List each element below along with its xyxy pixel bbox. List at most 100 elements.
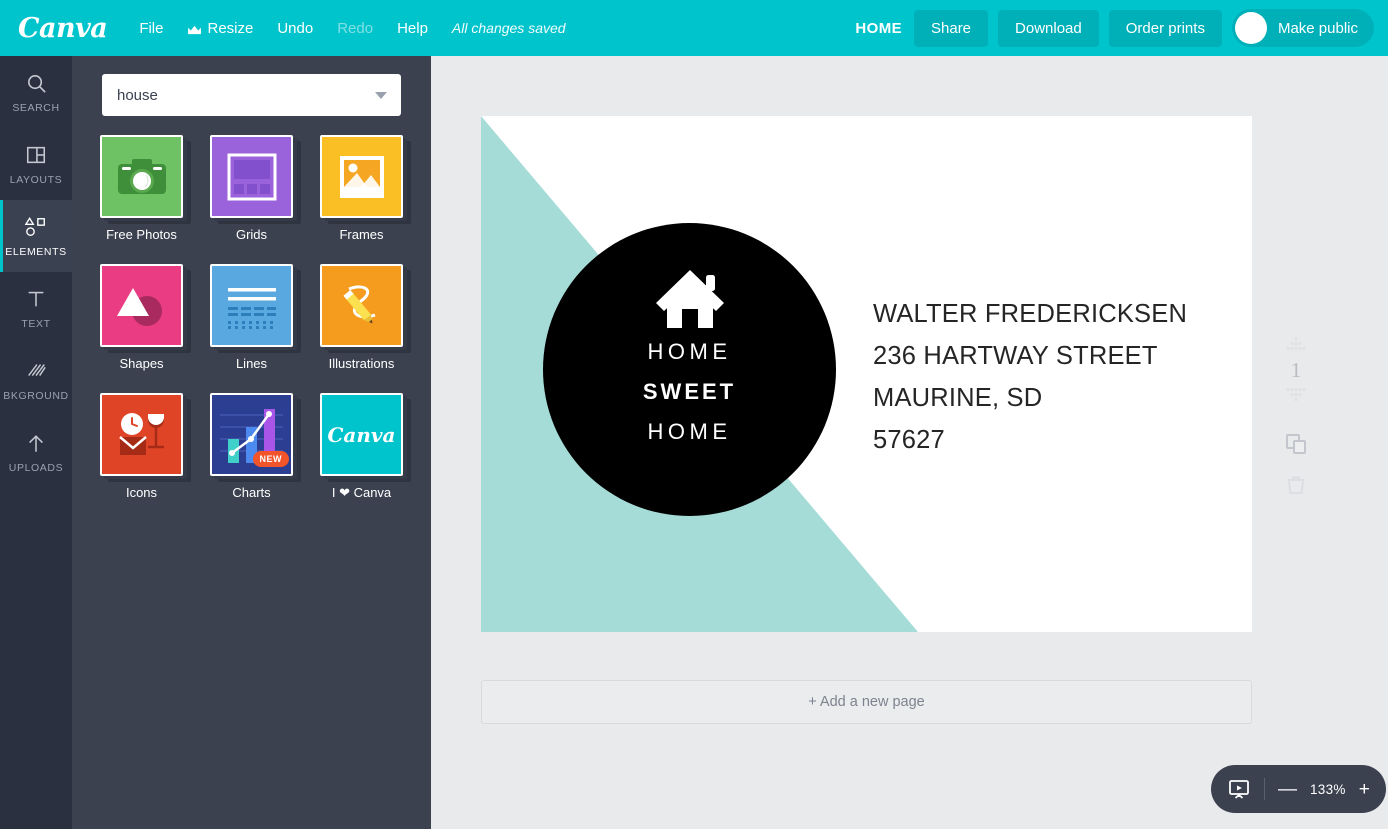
page-number: 1 (1290, 358, 1302, 382)
upload-icon (25, 430, 47, 456)
tile-stack (210, 264, 301, 353)
tile-stack (100, 393, 191, 482)
tile-stack (100, 135, 191, 224)
search-box[interactable] (102, 74, 401, 116)
badge-line-2: SWEET (642, 379, 737, 404)
zoom-in-button[interactable]: + (1359, 780, 1370, 799)
element-tile-free-photos[interactable]: Free Photos (100, 135, 191, 242)
element-tile-icons[interactable]: Icons (100, 393, 191, 501)
move-down-icon[interactable] (1281, 385, 1311, 405)
download-button[interactable]: Download (998, 9, 1099, 47)
canva-logo[interactable]: Canva (18, 15, 108, 42)
sidebar-item-text[interactable]: TEXT (0, 272, 72, 344)
menu-item-help-label: Help (397, 19, 428, 37)
element-tile-grids-label: Grids (235, 227, 268, 242)
canva-wordmark: Canva (327, 422, 396, 447)
sidebar-item-bkground-label: BKGROUND (3, 390, 69, 402)
element-tile-shapes-label: Shapes (119, 356, 164, 371)
element-tile-grids[interactable]: Grids (210, 135, 301, 242)
page-tools: 1 (1274, 336, 1318, 497)
element-tile-free-photos-label: Free Photos (106, 227, 177, 242)
menu-item-redo[interactable]: Redo (325, 14, 385, 43)
address-line-street: 236 HARTWAY STREET (873, 342, 1158, 370)
pencil-icon (320, 264, 403, 347)
sidebar-item-uploads[interactable]: UPLOADS (0, 416, 72, 488)
workspace: HOME SWEET HOME WALTER FREDERICKSEN 236 … (431, 56, 1388, 829)
elements-panel: Free Photos Grids (72, 56, 431, 829)
menu-item-redo-label: Redo (337, 19, 374, 37)
element-category-grid: Free Photos Grids Frames Shapes Lines Il… (100, 135, 411, 501)
sidebar-item-search[interactable]: SEARCH (0, 56, 72, 128)
toggle-knob (1234, 12, 1267, 44)
add-new-page-button[interactable]: + Add a new page (481, 680, 1252, 724)
sidebar-item-uploads-label: UPLOADS (8, 462, 64, 474)
element-tile-frames-label: Frames (339, 227, 384, 242)
home-link[interactable]: HOME (855, 20, 902, 37)
duplicate-icon[interactable] (1283, 431, 1309, 457)
element-tile-frames[interactable]: Frames (320, 135, 411, 242)
menu-item-help[interactable]: Help (385, 14, 440, 43)
badge-line-3: HOME (647, 419, 732, 444)
menu-item-undo[interactable]: Undo (265, 14, 325, 43)
element-tile-illustrations-label: Illustrations (328, 356, 395, 371)
main-menu: File Resize Undo Redo Help All changes s… (127, 14, 565, 43)
frame-icon (320, 135, 403, 218)
element-tile-shapes[interactable]: Shapes (100, 264, 191, 371)
search-icon (25, 70, 48, 96)
make-public-label: Make public (1277, 19, 1358, 37)
sidebar-item-search-label: SEARCH (12, 102, 60, 114)
menu-item-file-label: File (139, 19, 164, 37)
text-icon (25, 286, 47, 312)
element-tile-charts-label: Charts (232, 485, 271, 500)
shapes-icon (100, 264, 183, 347)
menu-item-resize[interactable]: Resize (175, 14, 265, 43)
element-tile-charts[interactable]: NEW Charts (210, 393, 301, 501)
element-tile-i-love-canva[interactable]: Canva I ❤ Canva (320, 393, 411, 501)
trash-icon[interactable] (1284, 473, 1308, 497)
present-icon[interactable] (1227, 777, 1251, 801)
tile-stack (320, 135, 411, 224)
move-up-icon[interactable] (1281, 336, 1311, 356)
sidebar-item-bkground[interactable]: BKGROUND (0, 344, 72, 416)
lines-icon (210, 264, 293, 347)
address-block[interactable]: WALTER FREDERICKSEN 236 HARTWAY STREET M… (873, 293, 1187, 461)
elements-icon (24, 214, 48, 240)
zoom-out-button[interactable]: — (1278, 780, 1297, 799)
camera-icon (100, 135, 183, 218)
address-line-zip: 57627 (873, 426, 945, 454)
element-tile-lines[interactable]: Lines (210, 264, 301, 371)
chart-icon: NEW (210, 393, 293, 476)
share-button[interactable]: Share (914, 9, 989, 47)
home-sweet-home-badge[interactable]: HOME SWEET HOME (543, 223, 836, 516)
element-tile-illustrations[interactable]: Illustrations (320, 264, 411, 371)
layouts-icon (25, 142, 47, 168)
house-icon (655, 270, 724, 328)
background-icon (25, 358, 47, 384)
order-prints-button[interactable]: Order prints (1108, 9, 1222, 47)
grid-icon (210, 135, 293, 218)
design-canvas[interactable]: HOME SWEET HOME WALTER FREDERICKSEN 236 … (481, 116, 1252, 632)
tile-stack (100, 264, 191, 353)
zoom-bar: — 133% + (1211, 765, 1386, 813)
sidebar-item-layouts-label: LAYOUTS (9, 174, 63, 186)
search-input[interactable] (102, 86, 357, 104)
zoom-divider (1264, 778, 1265, 800)
top-bar-actions: HOME Share Download Order prints Make pu… (855, 9, 1388, 47)
element-tile-i-love-canva-label: I ❤ Canva (331, 485, 392, 500)
new-badge: NEW (252, 451, 289, 467)
tile-stack (210, 135, 301, 224)
make-public-toggle[interactable]: Make public (1231, 9, 1374, 47)
sidebar-item-layouts[interactable]: LAYOUTS (0, 128, 72, 200)
top-bar: Canva File Resize Undo Redo Help All cha… (0, 0, 1388, 56)
crown-icon (187, 23, 202, 34)
menu-item-file[interactable]: File (127, 14, 175, 43)
tile-stack: NEW (210, 393, 301, 482)
sidebar-item-elements[interactable]: ELEMENTS (0, 200, 72, 272)
element-tile-icons-label: Icons (125, 485, 158, 500)
sidebar-item-elements-label: ELEMENTS (5, 246, 67, 258)
tile-stack: Canva (320, 393, 411, 482)
icons-icon (100, 393, 183, 476)
element-tile-lines-label: Lines (235, 356, 268, 371)
chevron-down-icon[interactable] (375, 91, 387, 99)
sidebar-item-text-label: TEXT (21, 318, 51, 330)
